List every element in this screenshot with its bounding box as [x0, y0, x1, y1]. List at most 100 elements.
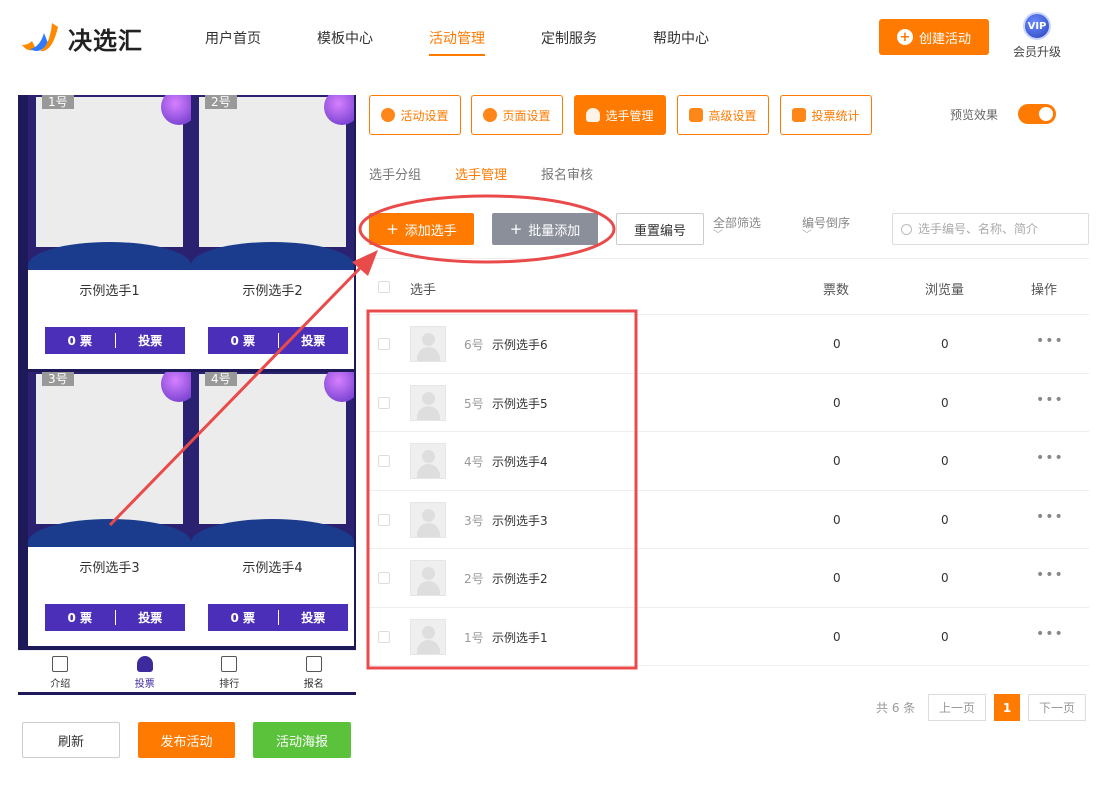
intro-icon	[52, 656, 69, 672]
card-name: 示例选手2	[242, 284, 303, 299]
player-number: 5号	[464, 396, 484, 411]
next-page-button[interactable]: 下一页	[1028, 694, 1086, 721]
row-checkbox[interactable]	[378, 396, 390, 409]
phone-preview: 1号 示例选手1 0 票 投票 2号 示例选手2 0 票 投票 3号 示例选手3	[18, 95, 356, 695]
player-votes: 0	[833, 571, 841, 585]
table-header: 选手 票数 浏览量 操作	[369, 258, 1089, 315]
card-name: 示例选手1	[79, 284, 140, 299]
plus-circle-icon: +	[896, 29, 913, 45]
card-vote-button[interactable]: 投票	[116, 604, 186, 631]
row-checkbox[interactable]	[378, 630, 390, 643]
card-vote-button[interactable]: 投票	[116, 327, 186, 354]
nav-item-custom-service[interactable]: 定制服务	[541, 28, 597, 56]
avatar-placeholder-icon	[410, 618, 446, 655]
subtab-player-groups[interactable]: 选手分组	[369, 164, 421, 183]
nav-item-home[interactable]: 用户首页	[205, 28, 261, 56]
tab-player-management[interactable]: 选手管理	[574, 95, 666, 135]
advanced-settings-icon	[689, 108, 704, 122]
preview-toggle[interactable]	[1018, 104, 1056, 124]
more-options-icon[interactable]: •••	[1036, 333, 1064, 349]
phone-nav-vote[interactable]: 投票	[103, 651, 188, 692]
vip-upgrade-label: 会员升级	[1012, 45, 1061, 59]
pager-total: 共 6 条	[876, 701, 916, 715]
more-options-icon[interactable]: •••	[1036, 509, 1064, 525]
table-row: 5号 示例选手5 0 0 •••	[369, 374, 1089, 432]
card-number: 4号	[205, 372, 237, 386]
nav-item-help-center[interactable]: 帮助中心	[653, 28, 709, 56]
tab-vote-statistics[interactable]: 投票统计	[780, 95, 872, 135]
phone-nav-label: 排行	[219, 679, 240, 690]
avatar-placeholder-icon	[410, 560, 446, 596]
card-vote-count: 0 票	[67, 334, 93, 348]
add-player-button[interactable]: + 添加选手	[369, 213, 474, 245]
player-views: 0	[941, 512, 949, 527]
table-row: 4号 示例选手4 0 0 •••	[369, 432, 1089, 491]
create-activity-button[interactable]: + 创建活动	[879, 19, 989, 55]
signup-icon	[305, 656, 322, 672]
phone-nav-label: 报名	[303, 679, 324, 690]
tab-label: 页面设置	[502, 108, 551, 123]
phone-nav-ranking[interactable]: 排行	[187, 651, 272, 692]
batch-add-button[interactable]: + 批量添加	[492, 213, 598, 245]
brand-logo[interactable]: 决选汇	[18, 18, 168, 58]
card-photo	[191, 95, 354, 270]
refresh-button[interactable]: 刷新	[22, 722, 120, 758]
publish-activity-button[interactable]: 发布活动	[138, 722, 235, 758]
phone-nav-label: 介绍	[50, 679, 71, 690]
more-options-icon[interactable]: •••	[1036, 626, 1064, 642]
player-votes: 0	[833, 454, 841, 468]
subtab-player-management[interactable]: 选手管理	[455, 164, 507, 183]
tab-page-settings[interactable]: 页面设置	[471, 95, 563, 135]
preview-card[interactable]: 3号 示例选手3 0 票 投票	[28, 372, 191, 646]
vote-user-icon	[136, 656, 153, 672]
player-name: 示例选手2	[492, 572, 548, 586]
player-views: 0	[941, 629, 949, 644]
card-photo	[28, 372, 191, 547]
row-checkbox[interactable]	[378, 338, 390, 350]
card-vote-count: 0 票	[230, 334, 256, 348]
card-vote-button[interactable]: 投票	[279, 327, 349, 354]
select-all-checkbox[interactable]	[378, 281, 390, 293]
preview-card[interactable]: 4号 示例选手4 0 票 投票	[191, 372, 354, 646]
card-vote-bar[interactable]: 0 票 投票	[208, 327, 348, 354]
table-row: 1号 示例选手1 0 0 •••	[369, 608, 1089, 666]
tab-label: 活动设置	[400, 108, 449, 123]
card-vote-bar[interactable]: 0 票 投票	[45, 327, 185, 354]
sort-label: 编号倒序	[802, 216, 851, 230]
phone-bottom-nav: 介绍 投票 排行 报名	[18, 650, 356, 692]
nav-item-templates[interactable]: 模板中心	[317, 28, 373, 56]
card-number: 2号	[205, 95, 237, 109]
subtab-signup-review[interactable]: 报名审核	[541, 164, 593, 183]
bar-chart-icon	[792, 108, 807, 122]
phone-nav-intro[interactable]: 介绍	[18, 651, 103, 692]
more-options-icon[interactable]: •••	[1036, 567, 1064, 583]
sort-dropdown[interactable]: 编号倒序 ﹀	[802, 214, 850, 241]
row-checkbox[interactable]	[378, 455, 390, 467]
header-views: 浏览量	[925, 283, 965, 298]
row-checkbox[interactable]	[378, 572, 390, 584]
nav-item-activity-management[interactable]: 活动管理	[429, 28, 485, 56]
tab-advanced-settings[interactable]: 高级设置	[677, 95, 769, 135]
phone-nav-signup[interactable]: 报名	[272, 651, 357, 692]
card-vote-button[interactable]: 投票	[279, 604, 349, 631]
tab-label: 选手管理	[605, 108, 654, 123]
player-number: 4号	[464, 455, 484, 469]
activity-poster-button[interactable]: 活动海报	[253, 722, 351, 758]
prev-page-button[interactable]: 上一页	[928, 694, 986, 721]
plus-icon: +	[509, 220, 523, 238]
row-checkbox[interactable]	[378, 513, 390, 526]
more-options-icon[interactable]: •••	[1036, 450, 1064, 466]
more-options-icon[interactable]: •••	[1036, 392, 1064, 408]
search-icon	[901, 223, 912, 235]
vip-upgrade-button[interactable]: VIP 会员升级	[1008, 12, 1066, 62]
reset-numbers-button[interactable]: 重置编号	[616, 213, 704, 245]
tab-activity-settings[interactable]: 活动设置	[369, 95, 461, 135]
search-input[interactable]	[918, 222, 1078, 236]
card-vote-bar[interactable]: 0 票 投票	[208, 604, 348, 631]
preview-card[interactable]: 1号 示例选手1 0 票 投票	[28, 95, 191, 369]
preview-card[interactable]: 2号 示例选手2 0 票 投票	[191, 95, 354, 369]
card-vote-bar[interactable]: 0 票 投票	[45, 604, 185, 631]
current-page-button[interactable]: 1	[994, 694, 1020, 721]
search-box[interactable]	[892, 213, 1089, 245]
filter-all-dropdown[interactable]: 全部筛选 ﹀	[713, 214, 761, 241]
